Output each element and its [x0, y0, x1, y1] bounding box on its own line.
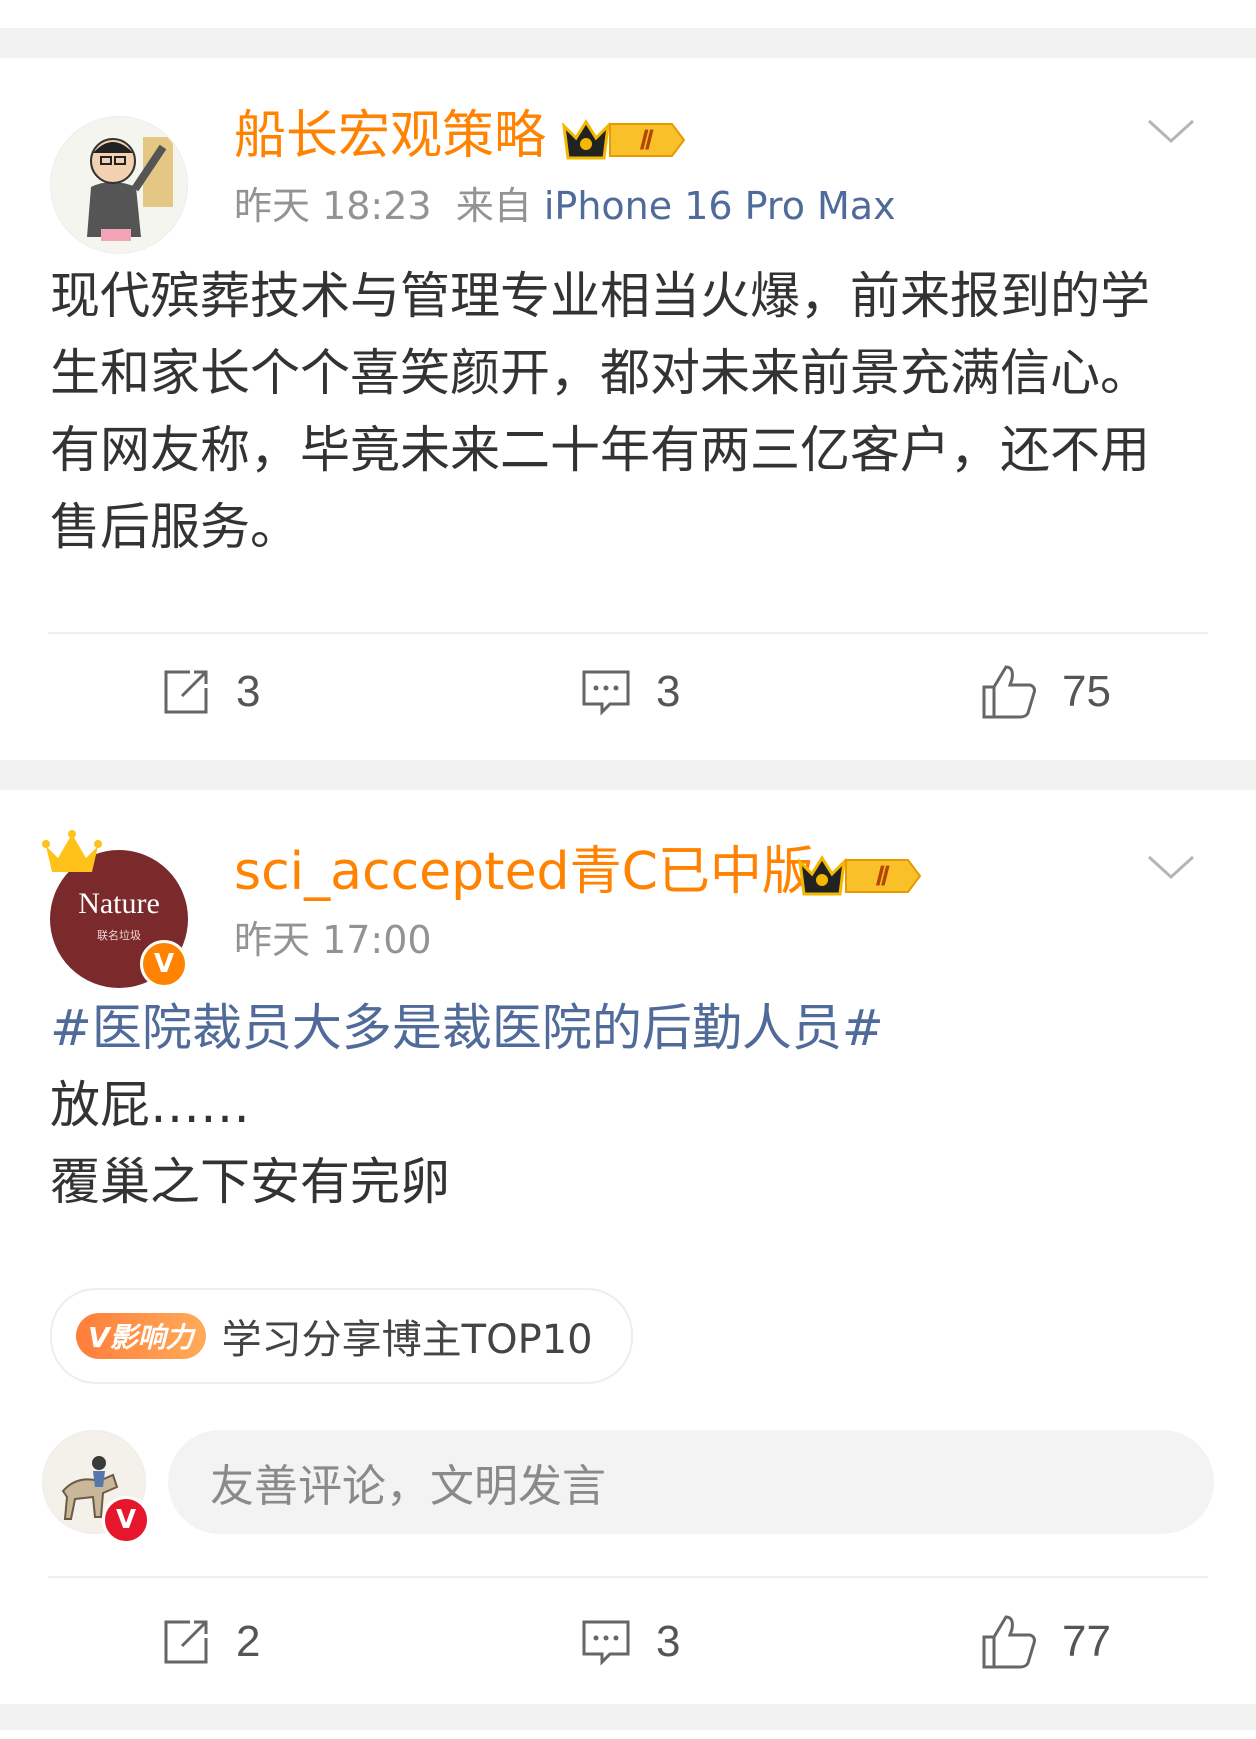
post2-line1: 放屁……: [50, 1076, 250, 1134]
avatar-text: Nature: [78, 887, 160, 920]
post1-time: 昨天 18:23: [234, 184, 432, 228]
like-button[interactable]: 77: [980, 1612, 1111, 1672]
comment-icon: [582, 1620, 630, 1666]
v-influence-icon: V影响力: [76, 1313, 206, 1359]
username-post2[interactable]: sci_accepted青C已中版: [234, 842, 814, 902]
repost-count: 2: [236, 1617, 261, 1666]
thumbs-up-icon: [982, 665, 1036, 719]
top-gap: [0, 0, 1256, 58]
verified-red-icon: V: [102, 1496, 150, 1544]
chevron-down-icon[interactable]: [1146, 116, 1196, 146]
like-count: 77: [1062, 1617, 1111, 1666]
repost-button[interactable]: 3: [160, 662, 260, 722]
repost-icon: [164, 670, 208, 714]
like-count: 75: [1062, 667, 1111, 716]
post1-source-prefix: 来自: [455, 184, 532, 228]
like-button[interactable]: 75: [980, 662, 1111, 722]
post2-content: #医院裁员大多是裁医院的后勤人员# 放屁…… 覆巢之下安有完卵: [50, 990, 1180, 1221]
post1-source[interactable]: iPhone 16 Pro Max: [544, 184, 896, 228]
influence-badge[interactable]: V影响力 学习分享博主TOP10: [50, 1288, 633, 1384]
username-post1[interactable]: 船长宏观策略: [234, 106, 546, 166]
post1-content: 现代殡葬技术与管理专业相当火爆，前来报到的学生和家长个个喜笑颜开，都对未来前景充…: [50, 267, 1150, 556]
comment-count: 3: [656, 1617, 681, 1666]
post2-time: 昨天 17:00: [234, 918, 432, 962]
crown-decoration-icon: [42, 830, 102, 872]
post1-meta: 昨天 18:23 来自 iPhone 16 Pro Max: [234, 184, 896, 228]
influence-badge-text: 学习分享博主TOP10: [221, 1317, 593, 1363]
comment-icon: [582, 670, 630, 716]
post-card-2[interactable]: Nature 联名垃圾 V sci_accepted青C已中版 Ⅱ 昨天 17:…: [0, 790, 1256, 1704]
repost-button[interactable]: 2: [160, 1612, 260, 1672]
divider: [48, 632, 1208, 634]
comment-placeholder: 友善评论，文明发言: [210, 1461, 606, 1512]
repost-count: 3: [236, 667, 261, 716]
comment-button[interactable]: 3: [580, 662, 680, 722]
comment-input[interactable]: 友善评论，文明发言: [168, 1430, 1214, 1534]
chevron-down-icon[interactable]: [1146, 852, 1196, 882]
divider: [48, 1576, 1208, 1578]
post-card-1[interactable]: 船长宏观策略 Ⅱ 昨天 18:23 来自 iPhone 16 Pro Max 现…: [0, 58, 1256, 760]
post-gap: [0, 760, 1256, 790]
crown-badge-icon: Ⅱ: [561, 119, 686, 160]
comment-count: 3: [656, 667, 681, 716]
cartoon-man-avatar-icon: [51, 117, 187, 253]
post2-line2: 覆巢之下安有完卵: [50, 1153, 450, 1211]
crown-badge-icon: Ⅱ: [797, 855, 922, 896]
avatar-post1[interactable]: [50, 116, 188, 254]
verified-orange-icon: V: [140, 940, 188, 988]
next-card-edge: [0, 1730, 1256, 1739]
thumbs-up-icon: [982, 1615, 1036, 1669]
repost-icon: [164, 1620, 208, 1664]
comment-button[interactable]: 3: [580, 1612, 680, 1672]
hashtag-link[interactable]: #医院裁员大多是裁医院的后勤人员#: [50, 990, 1180, 1067]
